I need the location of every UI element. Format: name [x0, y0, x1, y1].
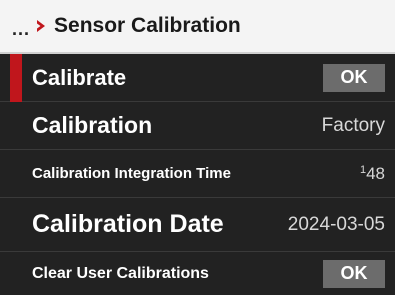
menu-item-calibration[interactable]: Calibration Factory [0, 102, 395, 150]
calibration-date-value: 2024-03-05 [287, 213, 385, 235]
menu-item-integration-time[interactable]: Calibration Integration Time 148 [0, 150, 395, 198]
menu-item-clear-user-calibrations[interactable]: Clear User Calibrations OK [0, 252, 395, 295]
chevron-right-icon [34, 18, 48, 34]
menu-item-label: Calibration [32, 112, 153, 138]
menu-item-label: Calibration Integration Time [32, 165, 231, 182]
calibration-value: Factory [321, 114, 385, 136]
integration-time-value: 148 [360, 164, 385, 184]
menu-list: Calibrate OK Calibration Factory Calibra… [0, 54, 395, 295]
calibrate-ok-button[interactable]: OK [323, 63, 385, 92]
menu-item-calibrate[interactable]: Calibrate OK [0, 54, 395, 102]
menu-item-label: Calibrate [32, 64, 127, 90]
menu-item-label: Clear User Calibrations [32, 264, 209, 282]
integration-time-denominator: 48 [366, 163, 385, 183]
menu-item-label: Calibration Date [32, 210, 224, 238]
clear-user-ok-button[interactable]: OK [323, 259, 385, 288]
page-title: Sensor Calibration [54, 14, 241, 37]
sensor-calibration-screen: ... Sensor Calibration Calibrate OK Cali… [0, 0, 395, 295]
selection-indicator [10, 54, 22, 102]
menu-item-calibration-date[interactable]: Calibration Date 2024-03-05 [0, 198, 395, 252]
breadcrumb-header: ... Sensor Calibration [0, 0, 395, 54]
breadcrumb-ellipsis[interactable]: ... [12, 19, 30, 40]
